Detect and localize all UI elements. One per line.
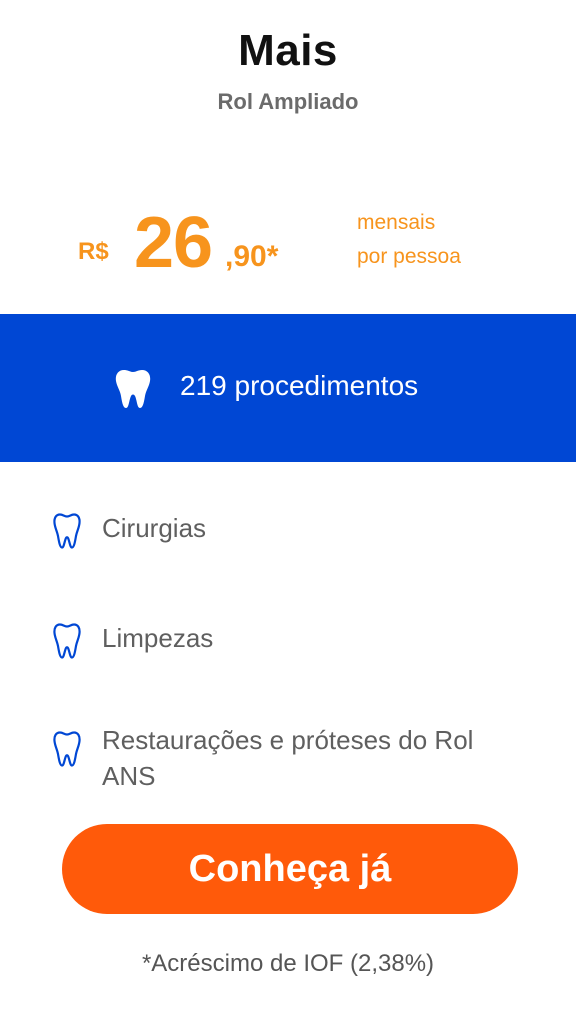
iof-footnote: *Acréscimo de IOF (2,38%) [141,950,435,977]
tooth-icon [52,622,82,660]
price-period-line1: mensais [357,211,436,234]
feature-label: Restaurações e próteses do Rol ANS [102,725,474,791]
price-currency: R$ [78,238,109,265]
feature-label: Cirurgias [102,513,207,543]
feature-label: Limpezas [102,623,214,653]
know-now-button[interactable]: Conheça já [62,824,518,914]
price-period: mensais por pessoa [357,206,461,274]
tooth-icon [114,368,152,410]
plan-title: Mais [238,26,338,75]
procedures-banner: 219 procedimentos [0,314,576,462]
tooth-icon [52,730,82,768]
plan-subtitle: Rol Ampliado [217,89,359,114]
price-block: R$ 26 ,90* mensais por pessoa [0,200,576,290]
price-period-line2: por pessoa [357,245,461,268]
price-integer: 26 [134,203,213,283]
tooth-icon [52,512,82,550]
price-cents: ,90* [225,240,279,273]
procedures-count: 219 procedimentos [180,370,419,401]
